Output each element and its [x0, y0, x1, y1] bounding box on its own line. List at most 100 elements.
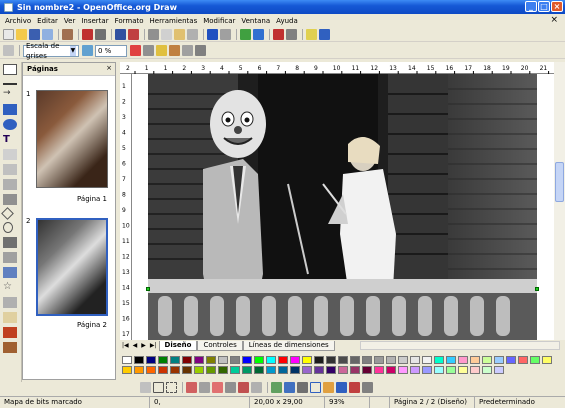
flip-icon[interactable] [156, 45, 167, 56]
color-swatch[interactable] [338, 366, 348, 374]
rectangle-icon[interactable] [3, 104, 17, 115]
points-icon[interactable] [3, 297, 17, 308]
mail-icon[interactable] [42, 28, 53, 40]
color-swatch[interactable] [362, 366, 372, 374]
redo-icon[interactable] [220, 28, 231, 40]
tab-controles[interactable]: Controles [197, 340, 243, 351]
curve-icon[interactable] [3, 149, 17, 160]
snap-frame-icon[interactable] [212, 382, 223, 393]
tab-diseno[interactable]: Diseño [158, 340, 198, 351]
color-swatch[interactable] [206, 366, 216, 374]
menu-insertar[interactable]: Insertar [78, 17, 111, 25]
color-swatch[interactable] [278, 356, 288, 364]
save-icon[interactable] [29, 28, 40, 40]
maximize-button[interactable]: □ [538, 1, 550, 12]
color-swatch[interactable] [122, 356, 132, 364]
more-options-icon[interactable] [362, 382, 373, 393]
color-swatch[interactable] [494, 366, 504, 374]
callouts-icon[interactable] [3, 267, 17, 278]
color-swatch[interactable] [170, 356, 180, 364]
color-swatch[interactable] [410, 356, 420, 364]
create-object-icon[interactable] [284, 382, 295, 393]
frame-icon[interactable] [310, 382, 321, 393]
tab-nav-next-icon[interactable]: ▶ [139, 342, 148, 349]
snap-points-icon[interactable] [225, 382, 236, 393]
snap-border-icon[interactable] [199, 382, 210, 393]
color-swatch[interactable] [290, 366, 300, 374]
snap-icon[interactable] [186, 382, 197, 393]
color-swatch[interactable] [506, 356, 516, 364]
color-swatch[interactable] [170, 366, 180, 374]
lines-arrows-icon[interactable] [3, 179, 17, 190]
menu-archivo[interactable]: Archivo [2, 17, 34, 25]
display-icon[interactable] [271, 382, 282, 393]
color-swatch[interactable] [242, 356, 252, 364]
filter-icon[interactable] [3, 45, 14, 56]
color-swatch[interactable] [326, 366, 336, 374]
extrusion-toggle-icon[interactable] [349, 382, 360, 393]
color-swatch[interactable] [386, 356, 396, 364]
color-swatch[interactable] [350, 356, 360, 364]
new-icon[interactable] [3, 28, 14, 40]
color-swatch[interactable] [182, 356, 192, 364]
vertical-ruler[interactable]: 1 2 3 4 5 6 7 8 9 10 11 12 13 14 15 16 17 [120, 74, 132, 340]
vertical-scrollbar[interactable] [554, 62, 565, 340]
color-swatch[interactable] [434, 366, 444, 374]
autospell-icon[interactable] [128, 28, 139, 40]
area-icon[interactable] [169, 45, 180, 56]
color-swatch[interactable] [458, 366, 468, 374]
color-swatch[interactable] [314, 366, 324, 374]
close-document-icon[interactable]: × [547, 15, 561, 25]
spellcheck-icon[interactable] [115, 28, 126, 40]
extrusion-icon[interactable] [3, 342, 17, 353]
color-swatch[interactable] [386, 366, 396, 374]
tab-lineas-dimensiones[interactable]: Líneas de dimensiones [242, 340, 335, 351]
fontwork-icon[interactable] [3, 312, 17, 323]
horizontal-scrollbar[interactable] [360, 341, 560, 350]
color-swatch[interactable] [362, 356, 372, 364]
menu-herramientas[interactable]: Herramientas [147, 17, 201, 25]
color-swatch[interactable] [422, 356, 432, 364]
minimize-button[interactable]: _ [525, 1, 537, 12]
color-swatch[interactable] [194, 356, 204, 364]
edit-file-icon[interactable] [62, 28, 73, 40]
selection-handle[interactable] [535, 287, 539, 291]
line-icon[interactable] [3, 79, 17, 85]
color-swatch[interactable] [434, 356, 444, 364]
help-icon[interactable] [306, 28, 317, 40]
color-swatch[interactable] [314, 356, 324, 364]
clone-format-icon[interactable] [187, 28, 198, 40]
3d-objects-icon[interactable] [3, 194, 17, 205]
whats-this-icon[interactable] [319, 28, 330, 40]
arrow-icon[interactable]: → [3, 89, 17, 100]
color-swatch[interactable] [194, 366, 204, 374]
menu-ayuda[interactable]: Ayuda [273, 17, 301, 25]
close-button[interactable]: × [551, 1, 563, 12]
text-icon[interactable]: T [3, 134, 17, 145]
color-swatch[interactable] [446, 366, 456, 374]
color-swatch[interactable] [242, 366, 252, 374]
color-swatch[interactable] [206, 356, 216, 364]
selected-bitmap-image[interactable] [148, 74, 537, 340]
color-swatch[interactable] [158, 356, 168, 364]
color-swatch[interactable] [278, 366, 288, 374]
flowchart-icon[interactable] [3, 252, 17, 263]
color-swatch[interactable] [398, 366, 408, 374]
color-swatch[interactable] [146, 366, 156, 374]
color-swatch[interactable] [326, 356, 336, 364]
color-swatch[interactable] [134, 356, 144, 364]
color-swatch[interactable] [302, 366, 312, 374]
color-swatch[interactable] [302, 356, 312, 364]
color-swatch[interactable] [350, 366, 360, 374]
arrange-icon[interactable] [336, 382, 347, 393]
page-thumbnail-2[interactable] [36, 218, 108, 316]
zoom-icon[interactable] [286, 28, 297, 40]
hyperlink-icon[interactable] [253, 28, 264, 40]
menu-editar[interactable]: Editar [34, 17, 61, 25]
print-icon[interactable] [95, 28, 106, 40]
tab-nav-first-icon[interactable]: |◀ [120, 342, 131, 349]
color-swatch[interactable] [398, 356, 408, 364]
menu-ventana[interactable]: Ventana [238, 17, 273, 25]
color-swatch[interactable] [290, 356, 300, 364]
more-icon[interactable] [195, 45, 206, 56]
